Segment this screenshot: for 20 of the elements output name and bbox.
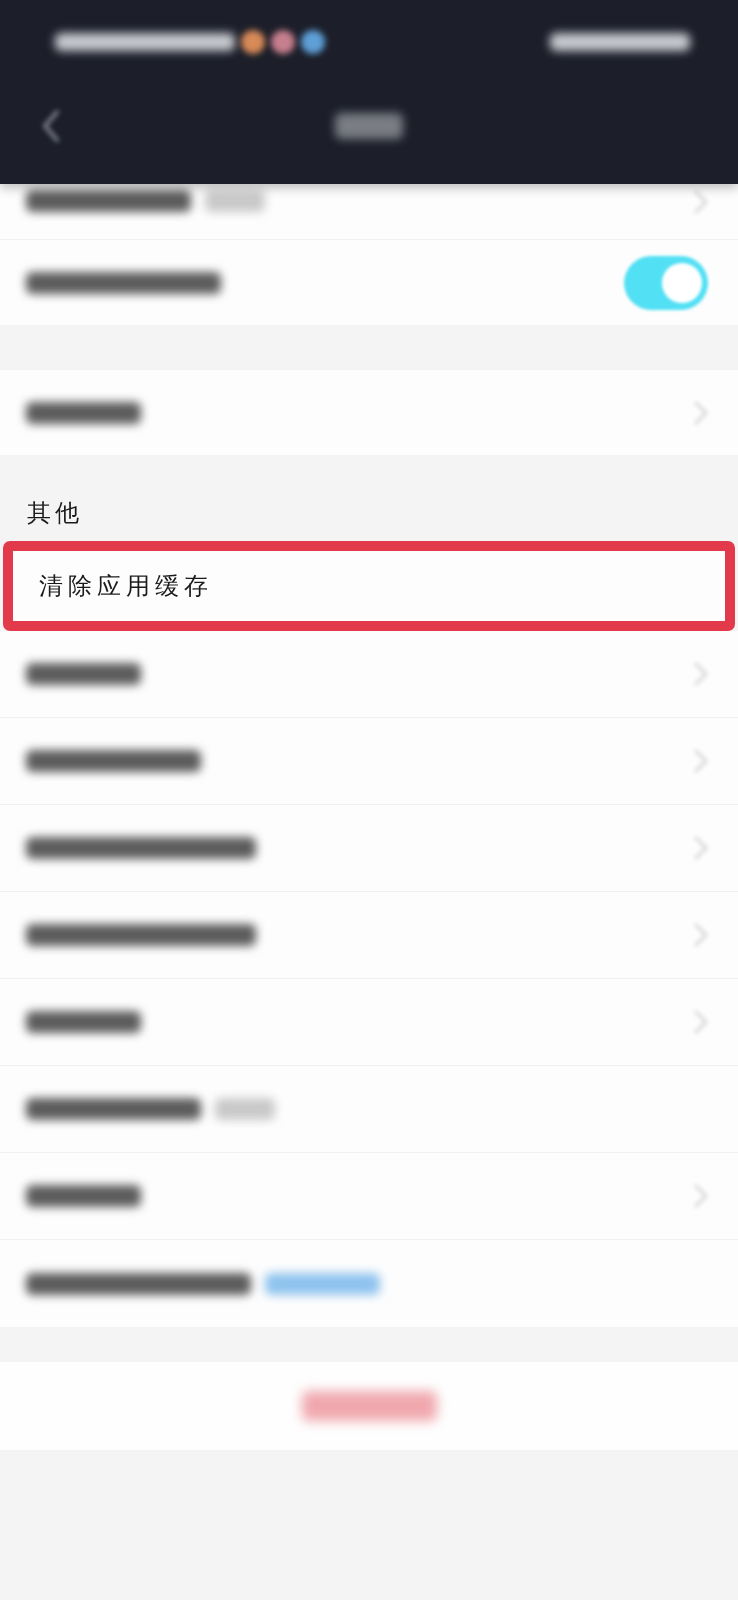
settings-row[interactable] (0, 240, 738, 325)
chevron-icon (694, 190, 708, 214)
settings-row[interactable] (0, 979, 738, 1066)
settings-row[interactable] (0, 892, 738, 979)
settings-row[interactable] (0, 1066, 738, 1153)
blurred-text (205, 190, 265, 212)
settings-row[interactable] (0, 718, 738, 805)
blurred-icon (301, 30, 325, 54)
section-title: 其他 (27, 498, 83, 528)
settings-row[interactable] (0, 1153, 738, 1240)
toggle-switch[interactable] (624, 255, 708, 310)
settings-row[interactable] (0, 631, 738, 718)
blurred-text (335, 113, 403, 139)
settings-row[interactable] (0, 1240, 738, 1327)
settings-row[interactable] (0, 805, 738, 892)
blurred-icon (271, 30, 295, 54)
settings-row[interactable] (0, 370, 738, 455)
blurred-icon (241, 30, 265, 54)
blurred-text (215, 1098, 275, 1120)
settings-row[interactable] (0, 184, 738, 240)
